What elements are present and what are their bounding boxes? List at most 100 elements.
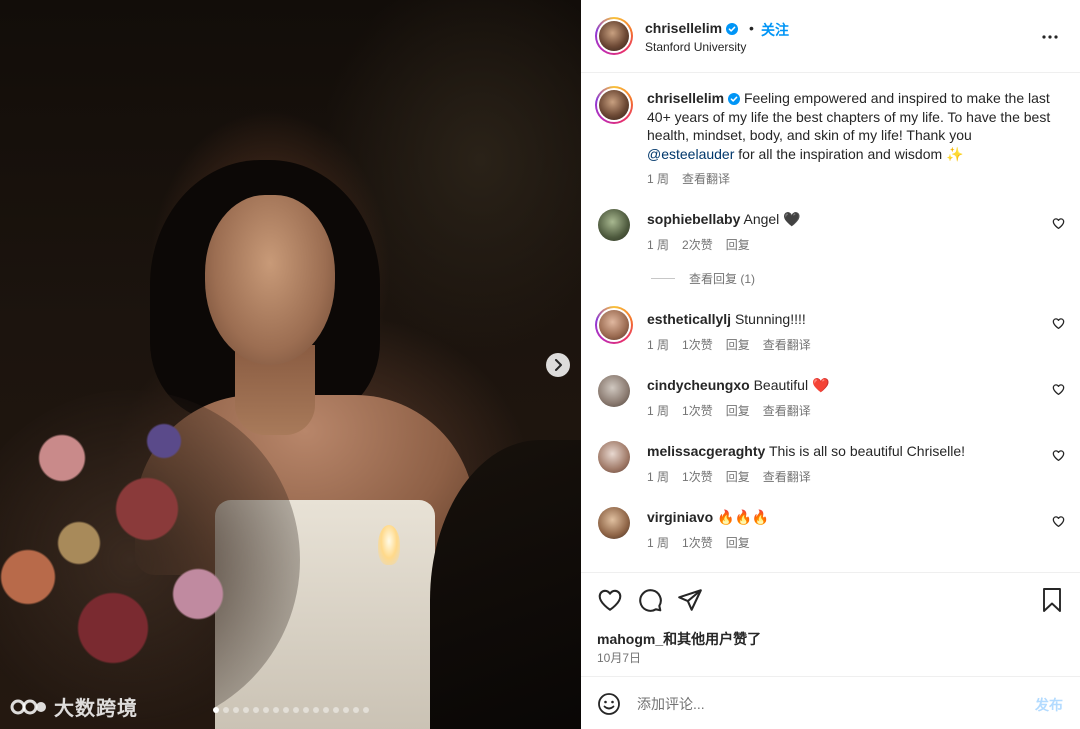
caption-avatar[interactable] [595,86,633,124]
carousel-dot [332,707,339,713]
comment-body: Angel 🖤 [743,211,801,227]
watermark-logo-icon [10,699,46,714]
comment-heart-icon[interactable] [1052,515,1065,528]
carousel-dot [312,707,319,713]
comment-meta: 1 周 2次赞 回复 [647,236,750,253]
carousel-dot [242,707,249,713]
follow-button[interactable]: 关注 [761,20,789,40]
caption-text-end: for all the inspiration and wisdom ✨ [734,145,964,162]
carousel-dot [302,707,309,713]
comment-reply-button[interactable]: 回复 [726,402,750,419]
comment-meta: 1 周 1次赞 回复 查看翻译 [647,336,811,353]
comment-reply-button[interactable]: 回复 [726,534,750,551]
post-actions: mahogm_和其他用户赞了 10月7日 [581,572,1080,676]
carousel-dot [272,707,279,713]
comment-time[interactable]: 1 周 [647,236,669,253]
comment-avatar[interactable] [595,306,633,344]
comment-body: Beautiful ❤️ [753,377,830,393]
carousel-dot [252,707,259,713]
comment-translate-button[interactable]: 查看翻译 [763,336,811,353]
comment-avatar[interactable] [598,375,630,407]
watermark: 大数跨境 [10,692,138,721]
comment-heart-icon[interactable] [1052,317,1065,330]
likes-summary[interactable]: mahogm_和其他用户赞了 [597,629,761,649]
comment-translate-button[interactable]: 查看翻译 [763,468,811,485]
caption-time[interactable]: 1 周 [647,170,669,187]
comment-username[interactable]: melissacgeraghty [647,443,765,459]
comment-meta: 1 周 1次赞 回复 查看翻译 [647,468,811,485]
comment-time[interactable]: 1 周 [647,534,669,551]
comment-body: 🔥🔥🔥 [717,509,770,525]
comment-likes[interactable]: 1次赞 [682,402,713,419]
heart-icon[interactable] [597,587,623,613]
comment-reply-button[interactable]: 回复 [726,468,750,485]
comment-likes[interactable]: 2次赞 [682,236,713,253]
carousel-dot [262,707,269,713]
carousel-dot [292,707,299,713]
comment-username[interactable]: virginiavo [647,509,713,525]
comment-input[interactable] [637,691,1017,717]
photo-face [205,195,335,365]
chevron-right-icon [555,359,562,371]
comment-body: Stunning!!!! [734,311,806,327]
emoji-icon[interactable] [597,692,621,716]
comment-reply-button[interactable]: 回复 [726,236,750,253]
carousel-dot [362,707,369,713]
caption-translate-button[interactable]: 查看翻译 [682,170,730,187]
comment-meta: 1 周 1次赞 回复 [647,534,750,551]
more-options-icon[interactable] [1041,28,1059,46]
comment-text: cindycheungxo Beautiful ❤️ [647,377,829,394]
post-photo[interactable]: 大数跨境 [0,0,581,729]
comment-username[interactable]: sophiebellaby [647,211,740,227]
carousel-dot [342,707,349,713]
view-replies-button[interactable]: 查看回复 (1) [651,270,755,287]
caption-mention-link[interactable]: @esteelauder [647,146,734,162]
comment-avatar[interactable] [598,441,630,473]
comment-username[interactable]: cindycheungxo [647,377,750,393]
post-comment-button[interactable]: 发布 [1035,695,1063,715]
author-avatar[interactable] [595,17,633,55]
bookmark-icon[interactable] [1040,587,1064,613]
comment-avatar[interactable] [598,209,630,241]
comment-time[interactable]: 1 周 [647,468,669,485]
comment-username[interactable]: estheticallylj [647,311,731,327]
comment-avatar[interactable] [598,507,630,539]
comment-reply-button[interactable]: 回复 [726,336,750,353]
verified-badge-icon [728,93,741,105]
caption-meta: 1 周 查看翻译 [647,170,730,187]
post-location[interactable]: Stanford University [645,40,746,54]
comment-likes[interactable]: 1次赞 [682,336,713,353]
comment-time[interactable]: 1 周 [647,402,669,419]
comment-text: virginiavo 🔥🔥🔥 [647,509,769,526]
comment-likes[interactable]: 1次赞 [682,468,713,485]
author-username[interactable]: chrisellelim [645,20,739,36]
caption-username[interactable]: chrisellelim [647,90,741,106]
comment-heart-icon[interactable] [1052,217,1065,230]
comment-text: melissacgeraghty This is all so beautifu… [647,443,965,459]
carousel-dot [232,707,239,713]
comment-meta: 1 周 1次赞 回复 查看翻译 [647,402,811,419]
comment-time[interactable]: 1 周 [647,336,669,353]
comment-translate-button[interactable]: 查看翻译 [763,402,811,419]
carousel-dot [282,707,289,713]
add-comment-bar: 发布 [581,676,1080,729]
view-replies-label: 查看回复 (1) [689,272,756,286]
photo-candle [378,525,400,565]
separator-dot: • [749,20,754,36]
carousel-dot [322,707,329,713]
comment-likes[interactable]: 1次赞 [682,534,713,551]
comment-heart-icon[interactable] [1052,383,1065,396]
verified-badge-icon [726,23,739,35]
carousel-next-button[interactable] [546,353,570,377]
carousel-dot [212,707,219,713]
carousel-dot [222,707,229,713]
comment-body: This is all so beautiful Chriselle! [768,443,966,459]
comment-text: sophiebellaby Angel 🖤 [647,211,801,228]
share-icon[interactable] [677,587,703,613]
carousel-dot [352,707,359,713]
post-date: 10月7日 [597,651,642,665]
comment-heart-icon[interactable] [1052,449,1065,462]
comment-icon[interactable] [637,587,663,613]
post-panel: chrisellelim • 关注 Stanford University ch… [581,0,1080,729]
post-caption: chrisellelim Feeling empowered and inspi… [647,89,1057,163]
